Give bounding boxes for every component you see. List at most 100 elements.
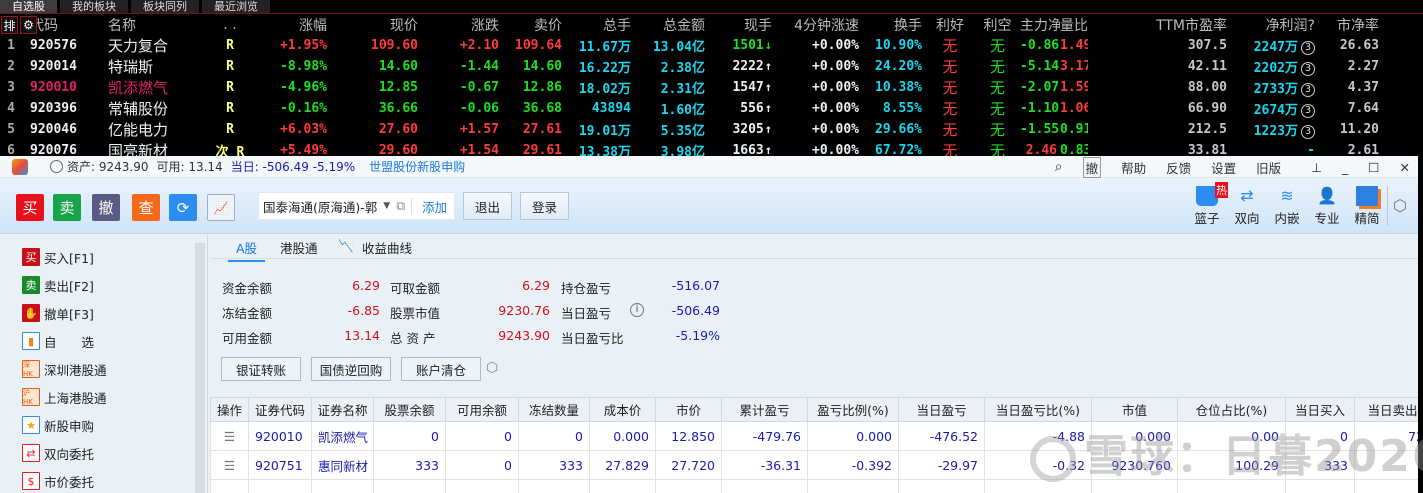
sidebar-scrollbar[interactable] [195, 243, 205, 493]
column-header[interactable]: 换手 [862, 15, 925, 35]
cancel-order-button[interactable]: 撤 [92, 194, 120, 221]
column-header[interactable]: 卖价 [502, 15, 565, 35]
bidirectional-button[interactable]: ⇄ 双向 [1227, 186, 1267, 227]
column-header[interactable]: 可用余额 [445, 397, 519, 422]
column-header[interactable]: 总市 [1382, 15, 1423, 35]
pin-icon[interactable]: ⊥ [1311, 160, 1322, 175]
column-header[interactable]: 当日盈亏 [898, 397, 985, 422]
chart-icon[interactable]: 📈 [207, 194, 235, 221]
stock-row[interactable]: 5 920046 亿能电力 R +6.03% 27.60 +1.57 27.61 19.01万 5… [0, 119, 1423, 140]
column-header[interactable]: 利好 [925, 15, 975, 35]
basket-button[interactable]: 篮子热 [1187, 182, 1228, 227]
column-header[interactable]: 股票余额 [373, 397, 446, 422]
logout-button[interactable]: 退出 [463, 192, 512, 220]
column-header[interactable]: 现手 [708, 15, 775, 35]
column-header[interactable]: 名称 [100, 15, 200, 35]
column-header[interactable]: 总金额 [634, 15, 708, 35]
column-header[interactable]: 仓位占比(%) [1177, 397, 1286, 422]
watchlist-tab[interactable]: 最近浏览 [202, 0, 270, 13]
help-button[interactable]: 帮助 [1121, 158, 1146, 177]
column-header[interactable]: 量比 [1060, 15, 1088, 35]
column-header[interactable]: 涨跌 [421, 15, 502, 35]
watchlist-tab[interactable]: 板块同列 [131, 0, 199, 13]
column-header[interactable]: 市净率 [1318, 15, 1382, 35]
old-version-button[interactable]: 旧版 [1256, 158, 1281, 177]
gear-icon[interactable]: ⚙ [20, 16, 37, 34]
settings-icon[interactable]: ⬡ [486, 360, 498, 376]
column-header[interactable]: 现价 [330, 15, 421, 35]
sidebar-item[interactable]: ✋ 撤单[F3] [22, 303, 94, 323]
column-header[interactable]: 利空 [975, 15, 1020, 35]
tab-a-shares[interactable]: A股 [228, 238, 266, 262]
query-button[interactable]: 查 [132, 194, 160, 221]
row-menu-icon[interactable]: ☰ [210, 421, 249, 451]
reverse-repo-button[interactable]: 国债逆回购 [311, 357, 391, 381]
settings-button[interactable]: 设置 [1211, 158, 1236, 177]
column-header[interactable]: . . [200, 15, 260, 35]
add-button[interactable]: 添加 [422, 197, 447, 216]
position-row[interactable]: ☰ 920751 惠同新材 333 0 333 27.829 27.720 -36.31 -0.3… [210, 450, 1418, 480]
sidebar-item[interactable]: 买买入[F1] [22, 247, 94, 267]
feedback-button[interactable]: 反馈 [1166, 158, 1191, 177]
stock-row[interactable]: 2 920014 特瑞斯 R -8.98% 14.60 -1.44 14.60 16.22万 2.… [0, 56, 1423, 77]
minimize-button[interactable]: _ [1342, 160, 1348, 175]
column-header[interactable]: TTM市盈率 [1088, 15, 1230, 35]
row-menu-icon[interactable]: ☰ [210, 450, 249, 480]
sidebar-item[interactable]: ⇄ 双向委托 [22, 443, 94, 463]
column-header[interactable]: 净利润? [1230, 15, 1318, 35]
cell: 10.38% [862, 77, 925, 98]
sell-button[interactable]: 卖 [53, 194, 81, 221]
watchlist-tab[interactable]: 我的板块 [60, 0, 128, 13]
column-header[interactable]: 操作 [210, 397, 249, 422]
maximize-button[interactable]: ☐ [1368, 160, 1379, 175]
tab-profit-curve[interactable]: 收益曲线 [362, 238, 412, 257]
column-header[interactable]: 冻结数量 [518, 397, 590, 422]
sidebar-item[interactable]: 沪HK 上海港股通 [22, 387, 107, 407]
stock-row[interactable]: 3 920010 凯添燃气 R -4.96% 12.85 -0.67 12.86 18.02万 2… [0, 77, 1423, 98]
tab-hk-connect[interactable]: 港股通 [280, 238, 318, 257]
simple-button[interactable]: 精简 [1347, 186, 1387, 227]
column-header[interactable]: 4分钟涨速 [775, 15, 862, 35]
buy-button[interactable]: 买 [16, 194, 44, 221]
stock-row[interactable]: 6 920076 国亮新材 次 R +5.49% 29.60 +1.54 29.61 13.38… [0, 140, 1423, 156]
sidebar-item[interactable]: ★ 新股申购 [22, 415, 94, 435]
undo-button[interactable]: 撤 [1082, 156, 1102, 178]
gear-icon[interactable]: ⬡ [1393, 196, 1407, 215]
refresh-button[interactable]: ⟳ [169, 194, 197, 221]
column-header[interactable]: 证券代码 [248, 397, 312, 422]
column-header[interactable]: 主力净量 [1020, 15, 1060, 35]
close-button[interactable]: ✕ [1400, 160, 1410, 175]
sidebar-item[interactable]: 卖卖出[F2] [22, 275, 94, 295]
sidebar-item[interactable]: ▮ 自 选 [22, 331, 94, 351]
stock-row[interactable]: 4 920396 常辅股份 R -0.16% 36.66 -0.06 36.68 43894 1.… [0, 98, 1423, 119]
sidebar-item[interactable]: $ 市价委托 [22, 471, 94, 491]
position-row[interactable]: ☰ 920010 凯添燃气 0 0 0 0.000 12.850 -479.76 0.000 -47… [210, 421, 1418, 451]
column-header[interactable]: 当日买入 [1285, 397, 1355, 422]
embedded-button[interactable]: ≋ 内嵌 [1267, 186, 1307, 227]
column-header[interactable]: 当日盈亏比(%) [984, 397, 1092, 422]
stock-row[interactable]: 1 920576 天力复合 R +1.95% 109.60 +2.10 109.64 11.67… [0, 35, 1423, 56]
column-header[interactable]: 当日卖出 [1354, 397, 1418, 422]
copy-icon[interactable]: ⧉ [396, 198, 413, 214]
sort-button[interactable]: 排 [1, 16, 18, 34]
column-header[interactable]: 总手 [565, 15, 634, 35]
column-header[interactable]: 市值 [1091, 397, 1178, 422]
column-header[interactable]: 市价 [655, 397, 722, 422]
chevron-down-icon[interactable]: ▼ [383, 201, 390, 211]
pro-button[interactable]: 👤 专业 [1307, 186, 1347, 227]
broker-select[interactable]: 国泰海通(原海通)-郭 ▼ ⧉ 添加 [258, 192, 455, 220]
login-button[interactable]: 登录 [520, 192, 569, 220]
ipo-link[interactable]: 世盟股份新股申购 [369, 158, 465, 175]
bank-transfer-button[interactable]: 银证转账 [221, 357, 301, 381]
column-header[interactable]: 盈亏比例(%) [807, 397, 899, 422]
watchlist-tab[interactable]: 自选股 [0, 0, 57, 13]
eye-icon[interactable] [50, 160, 63, 173]
column-header[interactable]: 累计盈亏 [721, 397, 808, 422]
search-icon[interactable]: ⌕ [1055, 159, 1063, 175]
column-header[interactable]: 成本价 [589, 397, 656, 422]
column-header[interactable]: 涨幅 [260, 15, 330, 35]
sidebar-item[interactable]: 深HK 深圳港股通 [22, 359, 107, 379]
column-header[interactable]: 证券名称 [311, 397, 374, 422]
info-icon[interactable]: i [630, 303, 644, 317]
clear-account-button[interactable]: 账户清仓 [401, 357, 481, 381]
